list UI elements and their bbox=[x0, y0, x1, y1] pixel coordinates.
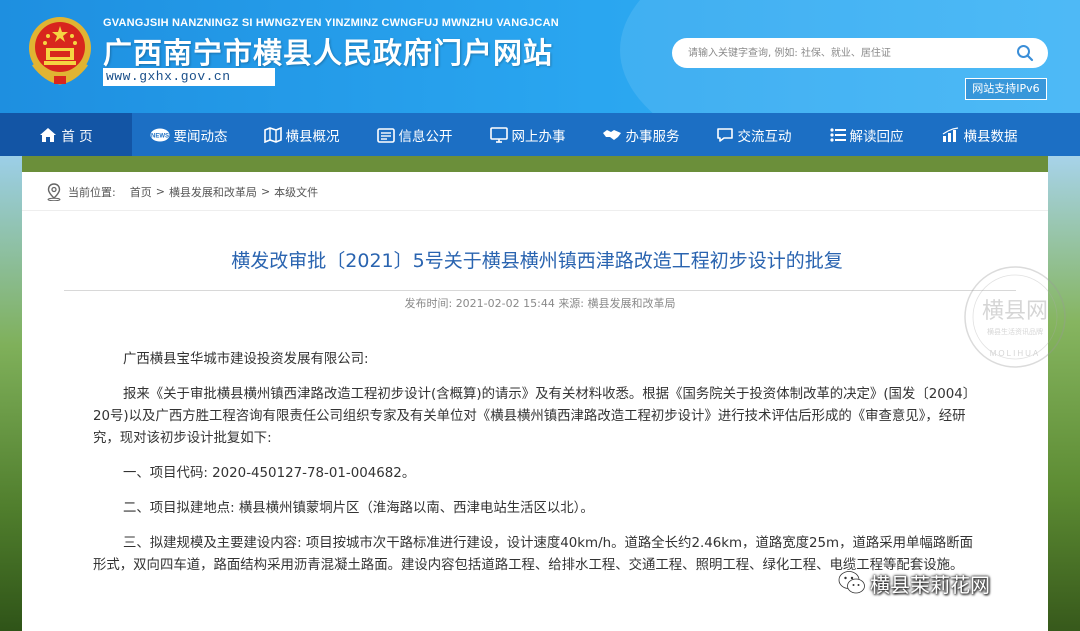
publish-time-value: 2021-02-02 15:44 bbox=[455, 297, 555, 310]
nav-label: 解读回应 bbox=[849, 128, 904, 145]
site-seal-watermark: 横县网 横县生活资讯品牌 MOLIHUA bbox=[964, 266, 1066, 368]
nav-item-info-public[interactable]: 信息公开 bbox=[358, 113, 471, 156]
article-paragraph: 二、项目拟建地点: 横县横州镇蒙垌片区（淮海路以南、西津电站生活区以北）。 bbox=[123, 501, 594, 516]
nav-item-interpretation[interactable]: 解读回应 bbox=[810, 113, 923, 156]
source-value: 横县发展和改革局 bbox=[587, 297, 676, 310]
wechat-watermark: 横县茉莉花网 bbox=[838, 565, 990, 601]
nav-item-interaction[interactable]: 交流互动 bbox=[697, 113, 810, 156]
nav-item-news[interactable]: NEWS 要闻动态 bbox=[132, 113, 245, 156]
article-paragraph: 广西横县宝华城市建设投资发展有限公司: bbox=[123, 352, 369, 367]
main-nav: 首 页 NEWS 要闻动态 横县概况 信息公开 网上办事 办事服务 交流互动 解… bbox=[0, 113, 1080, 156]
nav-label: 信息公开 bbox=[398, 128, 453, 145]
map-icon bbox=[263, 126, 282, 143]
nav-label: 首 页 bbox=[61, 128, 93, 145]
nav-label: 横县数据 bbox=[963, 128, 1018, 145]
breadcrumb-home-link[interactable]: 首页 bbox=[130, 184, 152, 200]
site-url: www.gxhx.gov.cn bbox=[103, 68, 275, 86]
breadcrumb: 当前位置: 首页 > 横县发展和改革局 > 本级文件 bbox=[22, 173, 1048, 211]
nav-label: 办事服务 bbox=[625, 128, 680, 145]
bar-chart-icon bbox=[942, 126, 958, 142]
nav-label: 要闻动态 bbox=[173, 128, 228, 145]
ipv6-badge[interactable]: 网站支持IPv6 bbox=[965, 78, 1047, 100]
nav-item-online-service[interactable]: 网上办事 bbox=[471, 113, 584, 156]
breadcrumb-separator: > bbox=[260, 185, 271, 198]
handshake-icon bbox=[602, 129, 621, 140]
nav-label: 交流互动 bbox=[737, 128, 792, 145]
search-icon[interactable] bbox=[1016, 44, 1034, 62]
seal-subtext: 横县生活资讯品牌 bbox=[987, 327, 1043, 336]
nav-label: 网上办事 bbox=[511, 128, 566, 145]
background-scenery-right bbox=[1048, 156, 1080, 631]
svg-text:NEWS: NEWS bbox=[151, 133, 169, 139]
article-meta: 发布时间: 2021-02-02 15:44 来源: 横县发展和改革局 bbox=[64, 295, 1016, 311]
breadcrumb-docs-link[interactable]: 本级文件 bbox=[274, 184, 318, 200]
news-icon: NEWS bbox=[150, 128, 169, 141]
search-input[interactable] bbox=[688, 39, 1018, 67]
site-title[interactable]: 广西南宁市横县人民政府门户网站 bbox=[103, 30, 553, 72]
list-icon bbox=[829, 127, 846, 142]
publish-time-label: 发布时间: bbox=[404, 297, 453, 310]
article-paragraph: 报来《关于审批横县横州镇西津路改造工程初步设计(含概算)的请示》及有关材料收悉。… bbox=[93, 387, 970, 446]
search-box bbox=[672, 38, 1048, 68]
article-body: 广西横县宝华城市建设投资发展有限公司: 报来《关于审批横县横州镇西津路改造工程初… bbox=[93, 349, 973, 590]
nav-item-overview[interactable]: 横县概况 bbox=[245, 113, 358, 156]
breadcrumb-dept-link[interactable]: 横县发展和改革局 bbox=[169, 184, 257, 200]
article-title: 横发改审批〔2021〕5号关于横县横州镇西津路改造工程初步设计的批复 bbox=[231, 250, 843, 272]
background-scenery-left bbox=[0, 156, 22, 631]
seal-text: 横县网 bbox=[982, 299, 1048, 324]
monitor-icon bbox=[489, 126, 508, 143]
chat-icon bbox=[716, 127, 733, 142]
nav-label: 横县概况 bbox=[285, 128, 340, 145]
location-pin-icon bbox=[47, 182, 61, 201]
national-emblem-icon bbox=[29, 17, 91, 85]
breadcrumb-separator: > bbox=[155, 185, 165, 198]
title-divider bbox=[64, 290, 1016, 291]
watermark-text: 横县茉莉花网 bbox=[870, 572, 990, 597]
source-label: 来源: bbox=[558, 297, 585, 310]
seal-arc-text: MOLIHUA bbox=[990, 349, 1040, 358]
nav-item-home[interactable]: 首 页 bbox=[0, 113, 132, 156]
wechat-icon bbox=[838, 571, 865, 594]
article-paragraph: 一、项目代码: 2020-450127-78-01-004682。 bbox=[123, 466, 416, 481]
site-header: GVANGJSIH NANZNINGZ SI HWNGZYEN YINZMINZ… bbox=[0, 0, 1080, 113]
nav-item-data[interactable]: 横县数据 bbox=[923, 113, 1036, 156]
home-icon bbox=[40, 127, 57, 142]
site-pinyin-title: GVANGJSIH NANZNINGZ SI HWNGZYEN YINZMINZ… bbox=[103, 17, 559, 29]
info-icon bbox=[376, 127, 395, 143]
breadcrumb-prefix: 当前位置: bbox=[68, 185, 116, 199]
nav-item-services[interactable]: 办事服务 bbox=[584, 113, 697, 156]
